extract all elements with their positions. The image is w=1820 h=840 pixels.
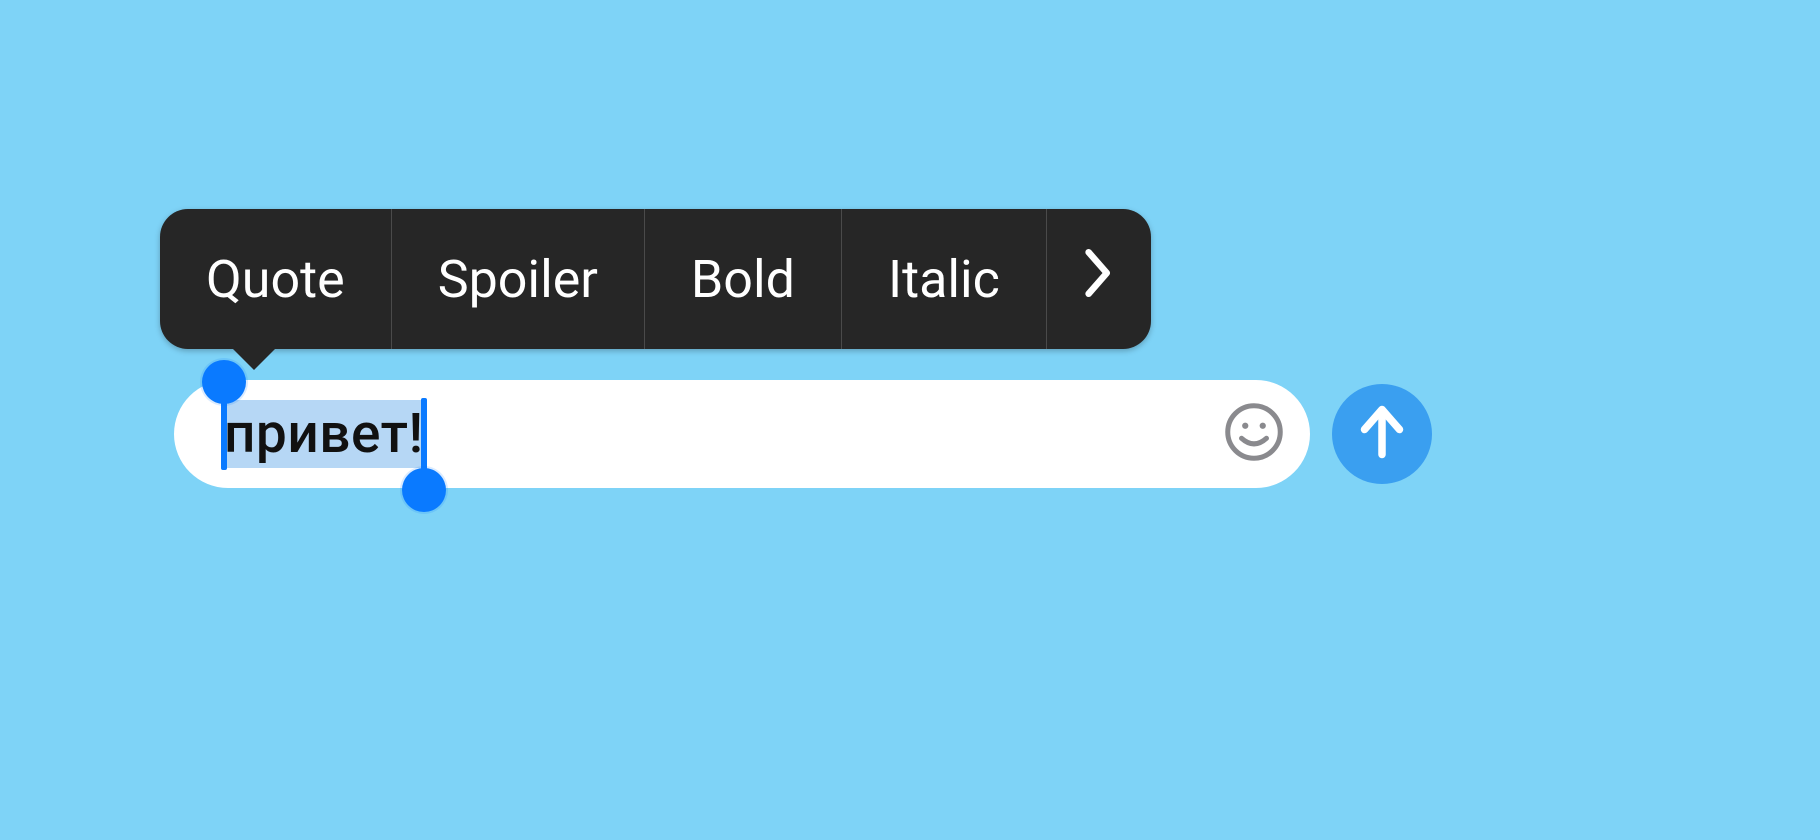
selection-handle-start[interactable] [202,360,246,404]
format-spoiler-label: Spoiler [438,249,598,310]
format-italic-label: Italic [888,249,1000,310]
smile-icon [1224,402,1284,466]
message-input[interactable]: привет! [174,380,1310,488]
format-quote-label: Quote [206,249,345,310]
arrow-up-icon [1356,402,1408,466]
format-more-button[interactable] [1047,209,1151,349]
format-bold[interactable]: Bold [645,209,842,349]
format-italic[interactable]: Italic [842,209,1047,349]
format-spoiler[interactable]: Spoiler [392,209,645,349]
format-bold-label: Bold [691,249,795,310]
selection-handle-end[interactable] [402,468,446,512]
chevron-right-icon [1081,247,1117,312]
text-format-context-menu: Quote Spoiler Bold Italic [160,209,1151,349]
send-button[interactable] [1332,384,1432,484]
emoji-button[interactable] [1218,398,1290,470]
message-input-text-wrap: привет! [224,380,1218,488]
format-quote[interactable]: Quote [160,209,392,349]
message-input-row: привет! [174,380,1432,488]
message-input-text: привет! [224,402,424,466]
